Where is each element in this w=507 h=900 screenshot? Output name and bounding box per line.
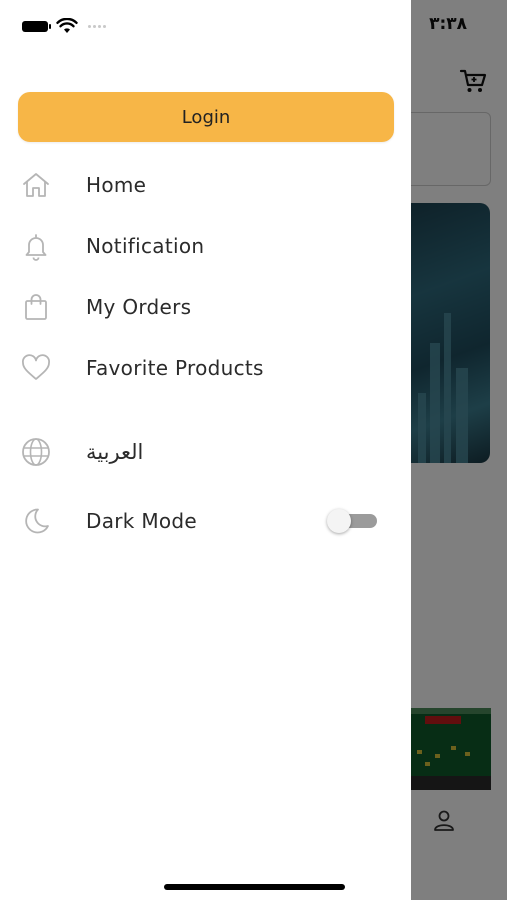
moon-icon <box>21 506 51 536</box>
menu-item-language[interactable]: العربية <box>0 428 411 476</box>
battery-icon <box>22 20 51 32</box>
dark-mode-toggle[interactable] <box>327 509 377 533</box>
menu-item-notification[interactable]: Notification <box>0 222 411 270</box>
menu-label-language: العربية <box>86 440 144 464</box>
menu-label-my-orders: My Orders <box>86 295 192 319</box>
menu-item-home[interactable]: Home <box>0 161 411 209</box>
menu-label-dark-mode: Dark Mode <box>86 509 198 533</box>
side-drawer: Login Home Notification My Orders Favori… <box>0 0 411 900</box>
menu-item-favorite-products[interactable]: Favorite Products <box>0 344 411 392</box>
home-indicator[interactable] <box>164 884 345 890</box>
menu-item-my-orders[interactable]: My Orders <box>0 283 411 331</box>
menu-label-home: Home <box>86 173 147 197</box>
heart-icon <box>21 353 51 383</box>
menu-label-notification: Notification <box>86 234 205 258</box>
status-indicators <box>22 18 106 34</box>
toggle-knob <box>327 509 351 533</box>
bell-icon <box>21 231 51 261</box>
signal-icon <box>88 24 106 28</box>
wifi-icon <box>56 18 78 33</box>
globe-icon <box>21 437 51 467</box>
menu-label-favorite-products: Favorite Products <box>86 356 264 380</box>
login-button[interactable]: Login <box>18 92 394 142</box>
shopping-bag-icon <box>21 292 51 322</box>
home-icon <box>21 170 51 200</box>
